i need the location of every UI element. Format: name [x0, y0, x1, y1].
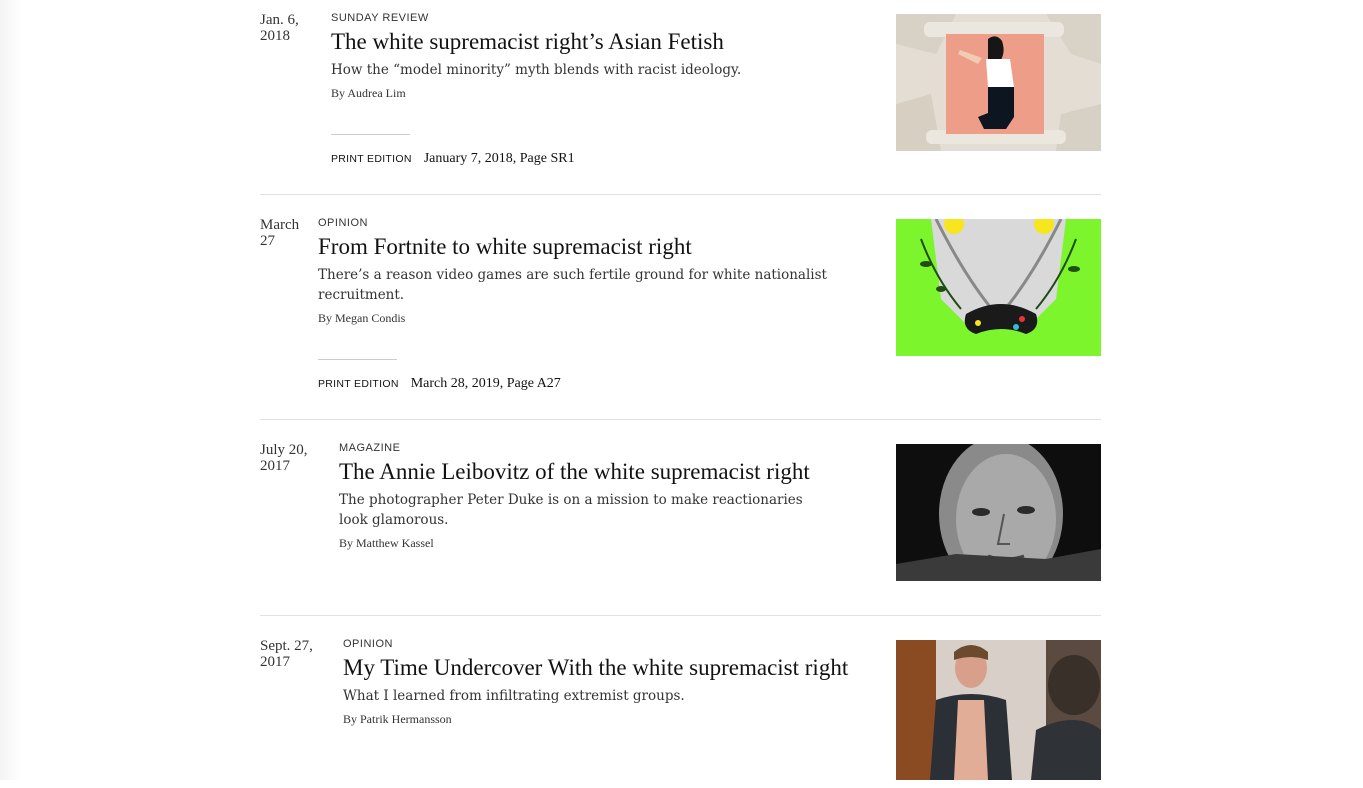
- print-divider: [318, 359, 397, 360]
- article-headline-link[interactable]: From Fortnite to white supremacist right: [318, 233, 858, 261]
- vines-game-controller-illustration: [896, 219, 1101, 356]
- search-result: Sept. 27, 2017 Opinion My Time Undercove…: [260, 638, 1101, 788]
- man-mirror-photo: [896, 640, 1101, 780]
- search-result: July 20, 2017 Magazine The Annie Leibovi…: [260, 442, 1101, 616]
- date-line: 2018: [260, 28, 290, 44]
- article-headline-link[interactable]: My Time Undercover With the white suprem…: [343, 654, 883, 682]
- result-body: Magazine The Annie Leibovitz of the whit…: [339, 442, 879, 551]
- print-edition-date: March 28, 2019, Page A27: [410, 376, 561, 391]
- article-summary: What I learned from infiltrating extremi…: [343, 688, 685, 704]
- print-edition-info: Print Edition March 28, 2019, Page A27: [318, 376, 858, 392]
- article-thumbnail[interactable]: [896, 444, 1101, 581]
- article-byline: By Patrik Hermansson: [343, 712, 452, 726]
- print-edition-label: Print Edition: [331, 153, 412, 165]
- result-date: Sept. 27, 2017: [260, 638, 330, 670]
- section-kicker: Sunday Review: [331, 12, 429, 24]
- date-line: July 20,: [260, 442, 308, 458]
- article-byline: By Matthew Kassel: [339, 536, 434, 550]
- search-result: March 27 Opinion From Fortnite to white …: [260, 217, 1101, 420]
- date-line: Jan. 6,: [260, 12, 299, 28]
- section-kicker: Opinion: [343, 638, 393, 650]
- section-kicker: Opinion: [318, 217, 368, 229]
- article-byline: By Megan Condis: [318, 311, 406, 325]
- print-edition-date: January 7, 2018, Page SR1: [423, 151, 575, 166]
- print-edition-label: Print Edition: [318, 378, 399, 390]
- page-edge-shadow: [0, 0, 22, 780]
- article-headline-link[interactable]: The Annie Leibovitz of the white suprema…: [339, 458, 879, 486]
- article-headline-link[interactable]: The white supremacist right’s Asian Feti…: [331, 28, 871, 56]
- article-summary: The photographer Peter Duke is on a miss…: [339, 492, 803, 528]
- article-byline: By Audrea Lim: [331, 86, 406, 100]
- date-line: 2017: [260, 458, 290, 474]
- article-thumbnail[interactable]: [896, 640, 1101, 780]
- result-body: Sunday Review The white supremacist righ…: [331, 12, 871, 167]
- result-body: Opinion My Time Undercover With the whit…: [343, 638, 883, 727]
- result-date: Jan. 6, 2018: [260, 12, 330, 44]
- search-result: Jan. 6, 2018 Sunday Review The white sup…: [260, 12, 1101, 195]
- result-date: July 20, 2017: [260, 442, 330, 474]
- print-edition-info: Print Edition January 7, 2018, Page SR1: [331, 151, 871, 167]
- print-divider: [331, 134, 410, 135]
- date-line: Sept. 27,: [260, 638, 313, 654]
- paper-scroll-woman-illustration: [896, 14, 1101, 151]
- article-summary: How the “model minority” myth blends wit…: [331, 62, 742, 78]
- section-kicker: Magazine: [339, 442, 401, 454]
- article-summary: There’s a reason video games are such fe…: [318, 267, 827, 303]
- article-thumbnail[interactable]: [896, 219, 1101, 356]
- date-line: 2017: [260, 654, 290, 670]
- black-and-white-portrait-photo: [896, 444, 1101, 581]
- result-body: Opinion From Fortnite to white supremaci…: [318, 217, 858, 392]
- article-thumbnail[interactable]: [896, 14, 1101, 151]
